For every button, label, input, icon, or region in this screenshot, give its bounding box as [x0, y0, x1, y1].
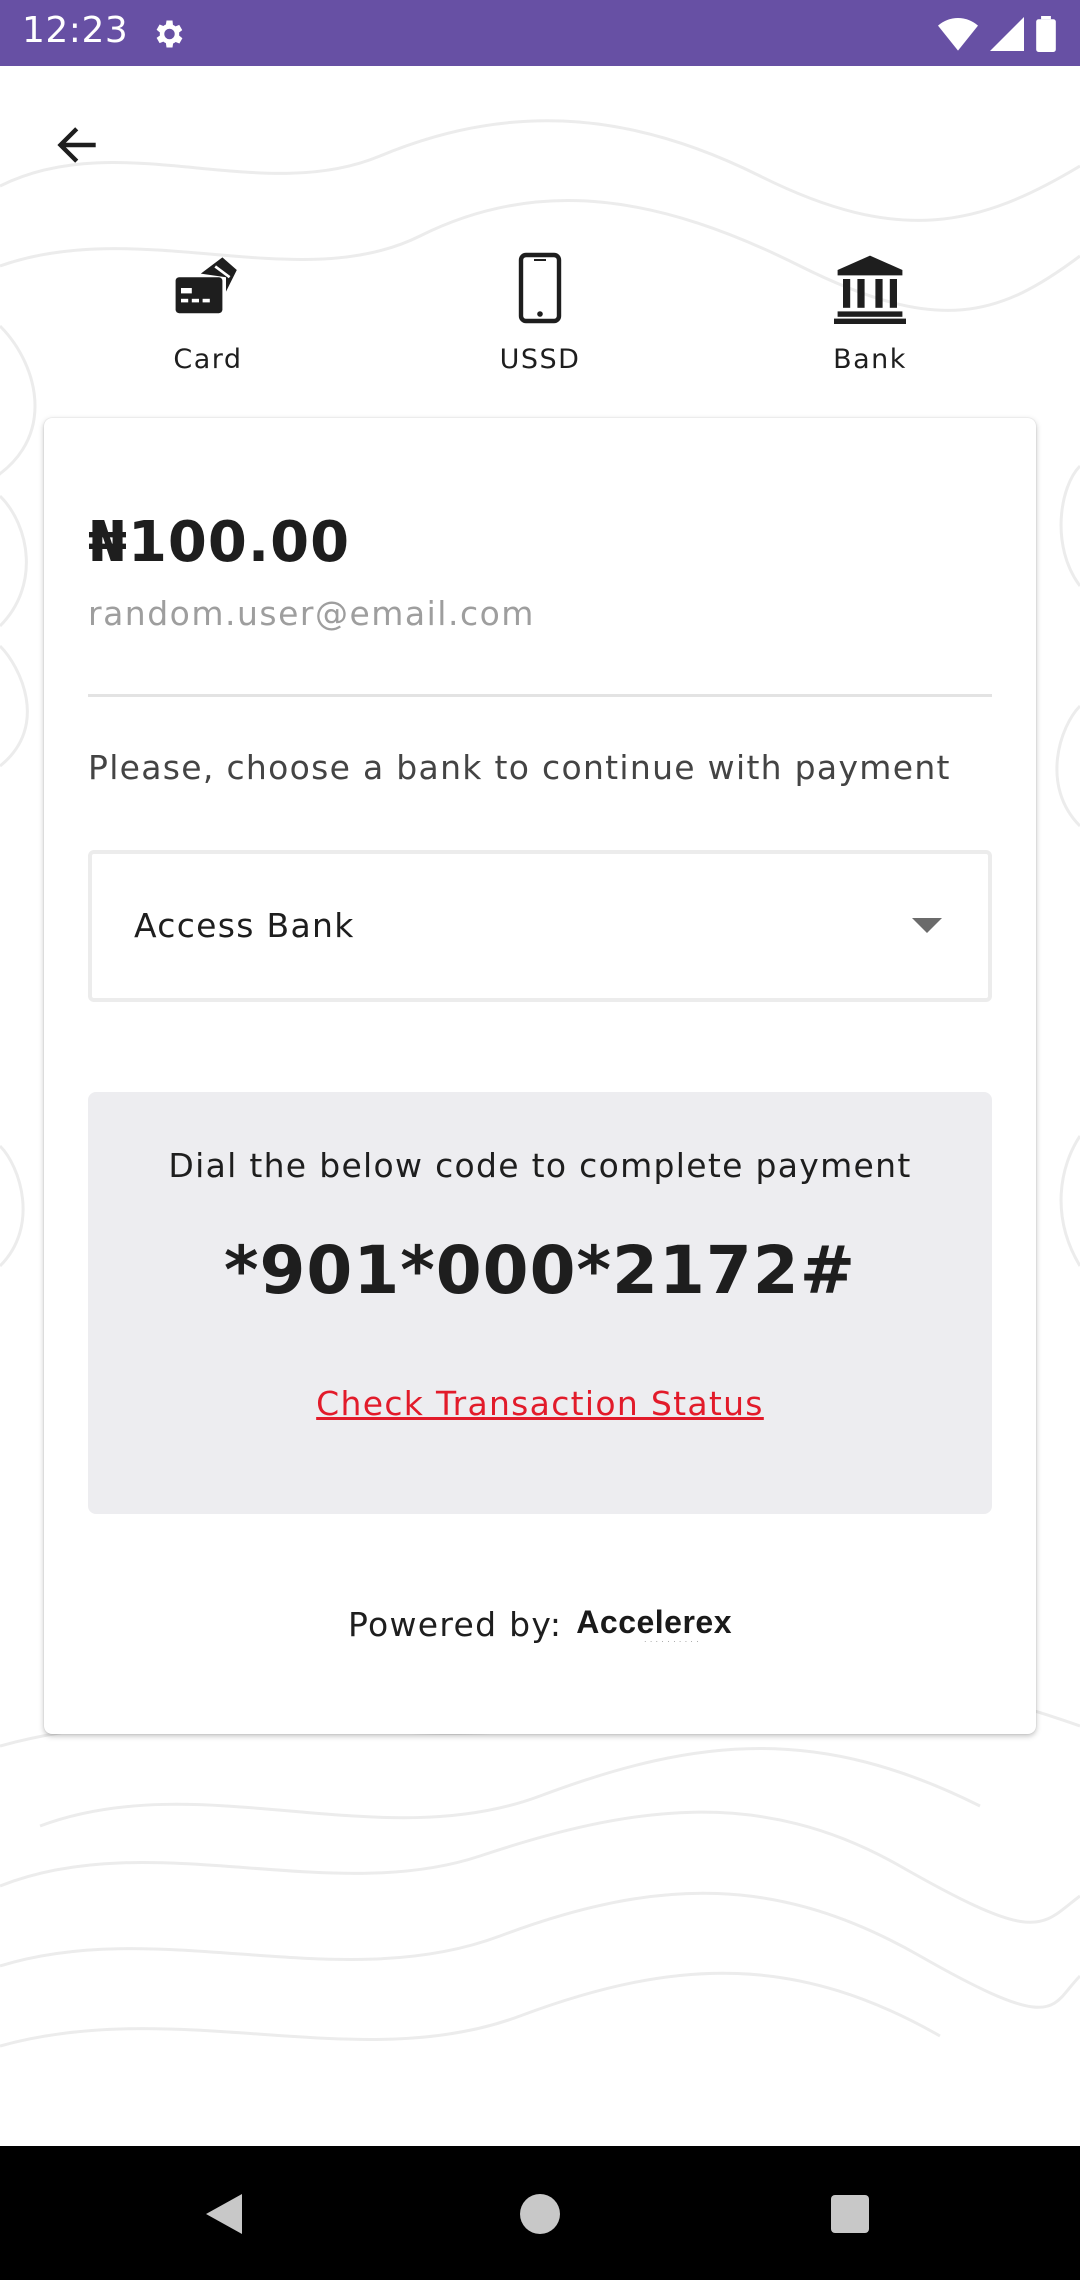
powered-by: Powered by: Accelerex . . . . . . . . . …: [44, 1604, 1036, 1644]
tab-card[interactable]: Card: [98, 250, 318, 400]
back-triangle-icon: [206, 2194, 242, 2234]
home-circle-icon: [520, 2194, 560, 2234]
signal-icon: [990, 17, 1024, 51]
tab-ussd[interactable]: USSD: [430, 250, 650, 400]
system-back-button[interactable]: [196, 2186, 252, 2242]
chevron-down-icon: [912, 918, 942, 933]
status-time: 12:23: [22, 10, 129, 51]
divider: [88, 694, 992, 697]
ussd-code: *901*000*2172#: [223, 1232, 857, 1309]
system-home-button[interactable]: [512, 2186, 568, 2242]
payment-card: ₦100.00 random.user@email.com Please, ch…: [44, 418, 1036, 1734]
check-transaction-status-link[interactable]: Check Transaction Status: [88, 1384, 992, 1423]
battery-icon: [1036, 16, 1056, 52]
ussd-code-box: Dial the below code to complete payment …: [88, 1092, 992, 1514]
powered-by-label: Powered by:: [347, 1604, 563, 1644]
recents-square-icon: [831, 2195, 869, 2233]
system-recents-button[interactable]: [822, 2186, 878, 2242]
payment-amount: ₦100.00: [88, 510, 351, 575]
bank-instruction: Please, choose a bank to continue with p…: [88, 748, 951, 787]
smartphone-icon: [518, 252, 562, 324]
dial-instruction: Dial the below code to complete payment: [168, 1146, 912, 1185]
tab-label: USSD: [499, 344, 581, 375]
tab-label: Card: [173, 344, 243, 375]
credit-card-icon: [175, 257, 237, 314]
back-button[interactable]: [44, 112, 110, 178]
tab-bank[interactable]: Bank: [760, 250, 980, 400]
status-bar: 12:23: [0, 0, 1080, 66]
bank-dropdown[interactable]: Access Bank: [88, 850, 992, 1002]
bank-icon: [834, 255, 906, 324]
logo-text: Accelerex: [576, 1604, 733, 1640]
tab-label: Bank: [833, 344, 907, 375]
logo-tagline: . . . . . . . . . .: [644, 1637, 700, 1644]
arrow-left-icon: [57, 127, 96, 163]
gear-icon: [156, 20, 183, 48]
selected-bank: Access Bank: [134, 906, 355, 945]
system-navigation-bar: [0, 2146, 1080, 2280]
accelerex-logo: Accelerex . . . . . . . . . .: [576, 1604, 732, 1644]
payment-method-tabs: Card USSD Bank: [0, 250, 1080, 400]
wifi-icon: [938, 18, 978, 51]
customer-email: random.user@email.com: [88, 594, 535, 633]
